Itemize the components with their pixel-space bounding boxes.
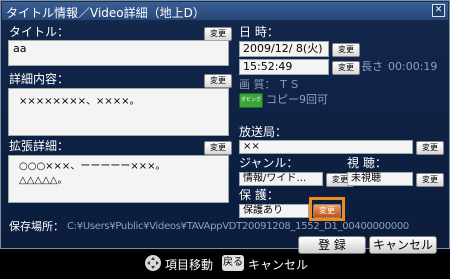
- ext-detail-label: 拡張詳細：: [9, 139, 70, 153]
- copy-count-text: コピー9回可: [266, 93, 328, 106]
- time-change-button[interactable]: 変更: [332, 61, 360, 75]
- protect-field[interactable]: 保護あり: [239, 204, 309, 218]
- date-change-button[interactable]: 変更: [332, 43, 360, 57]
- title-value: aa: [13, 42, 27, 55]
- register-button[interactable]: 登 録: [298, 236, 366, 254]
- title-info-dialog: タイトル情報／Video詳細（地上D） ✕ タイトル： 変更 aa 詳細内容： …: [0, 0, 450, 254]
- detail-value: ××××××××、××××。: [19, 96, 140, 107]
- ext-detail-line2: △△△△△。: [19, 175, 68, 186]
- quality-label: 画 質：: [239, 78, 276, 91]
- footer-cancel-label: キャンセル: [248, 258, 309, 272]
- save-location-path: C:¥Users¥Public¥Videos¥TAVAppVDT20091208…: [67, 221, 409, 232]
- viewing-change-button[interactable]: 変更: [416, 173, 444, 187]
- back-key-label: 戻る: [223, 257, 243, 268]
- ext-detail-line1: ○○○×××、ーーーーー×××。: [19, 161, 166, 172]
- title-change-button[interactable]: 変更: [204, 27, 232, 41]
- quality-value: ＴＳ: [278, 78, 300, 91]
- title-label: タイトル：: [9, 25, 70, 39]
- dialog-title: タイトル情報／Video詳細（地上D）: [6, 6, 205, 20]
- detail-label: 詳細内容：: [9, 72, 70, 86]
- ext-detail-change-button[interactable]: 変更: [204, 141, 232, 155]
- station-field[interactable]: ××: [239, 140, 413, 154]
- title-field[interactable]: aa: [8, 40, 229, 66]
- genre-field[interactable]: 情報/ワイド…: [239, 172, 323, 186]
- detail-field[interactable]: ××××××××、××××。: [8, 88, 229, 136]
- dialog-titlebar: タイトル情報／Video詳細（地上D） ✕: [2, 2, 448, 20]
- close-icon[interactable]: ✕: [432, 4, 445, 17]
- save-location-label: 保存場所：: [9, 220, 64, 233]
- protect-change-button[interactable]: 変更: [313, 204, 341, 218]
- detail-change-button[interactable]: 変更: [204, 74, 232, 88]
- cross-key-icon: [145, 255, 161, 271]
- viewing-field[interactable]: 未視聴: [347, 172, 413, 186]
- dubbing10-label: ダビング10: [240, 97, 261, 103]
- protect-label: 保 護：: [239, 188, 279, 202]
- viewing-label: 視 聴：: [347, 156, 387, 170]
- cancel-button[interactable]: キャンセル: [369, 236, 437, 254]
- length-value: 00:00:19: [388, 60, 438, 73]
- footer-move-label: 項目移動: [165, 258, 214, 272]
- time-field[interactable]: 15:52:49: [239, 59, 329, 75]
- station-label: 放送局：: [239, 125, 288, 139]
- datetime-label: 日 時：: [239, 25, 279, 39]
- date-field[interactable]: 2009/12/ 8(火): [239, 41, 329, 57]
- genre-label: ジャンル：: [239, 156, 299, 170]
- length-label: 長さ: [361, 60, 383, 73]
- dubbing10-icon: ダビング10: [239, 93, 263, 108]
- station-change-button[interactable]: 変更: [416, 141, 444, 155]
- back-key-icon: 戻る: [222, 255, 244, 271]
- ext-detail-field[interactable]: ○○○×××、ーーーーー×××。 △△△△△。: [8, 155, 229, 203]
